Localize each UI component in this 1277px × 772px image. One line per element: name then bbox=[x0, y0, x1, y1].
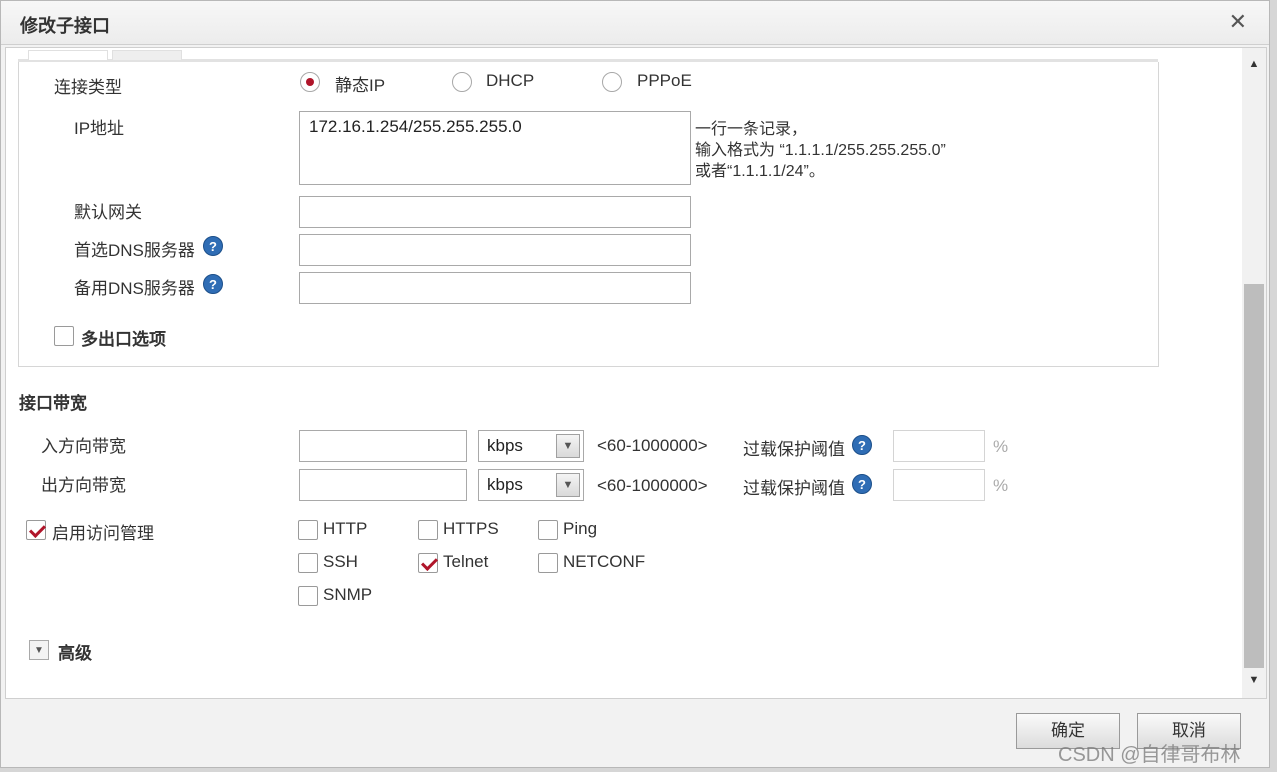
secondary-dns-help-icon[interactable]: ? bbox=[203, 274, 223, 294]
radio-static-ip[interactable] bbox=[300, 72, 320, 92]
radio-pppoe[interactable] bbox=[602, 72, 622, 92]
inbound-range-hint: <60-1000000> bbox=[597, 436, 708, 455]
https-checkbox[interactable] bbox=[418, 520, 438, 540]
ip-address-textarea[interactable]: 172.16.1.254/255.255.255.0 bbox=[299, 111, 691, 185]
connection-type-label: 连接类型 bbox=[54, 78, 122, 97]
primary-dns-help-icon[interactable]: ? bbox=[203, 236, 223, 256]
inbound-bandwidth-label: 入方向带宽 bbox=[41, 437, 126, 456]
telnet-checkbox[interactable] bbox=[418, 553, 438, 573]
tab-strip bbox=[18, 50, 1158, 62]
https-label[interactable]: HTTPS bbox=[443, 519, 499, 539]
outbound-percent-label: % bbox=[993, 476, 1009, 495]
outbound-bandwidth-input[interactable] bbox=[299, 469, 467, 501]
modify-subinterface-dialog: 修改子接口 ✕ 连接类型 静态IP DHCP PPPoE IP地址 172.16… bbox=[0, 0, 1270, 768]
primary-dns-label: 首选DNS服务器 bbox=[74, 241, 195, 260]
netconf-label[interactable]: NETCONF bbox=[563, 552, 645, 572]
outbound-overload-input[interactable] bbox=[893, 469, 985, 501]
multi-exit-label[interactable]: 多出口选项 bbox=[81, 325, 166, 350]
ssh-label[interactable]: SSH bbox=[323, 552, 358, 572]
inbound-percent-label: % bbox=[993, 437, 1009, 456]
tab-inactive[interactable] bbox=[112, 50, 182, 60]
snmp-label[interactable]: SNMP bbox=[323, 585, 372, 605]
ip-address-label: IP地址 bbox=[74, 119, 125, 138]
inbound-unit-select[interactable]: kbps ▼ bbox=[478, 430, 584, 462]
dialog-title: 修改子接口 bbox=[20, 16, 110, 36]
ping-label[interactable]: Ping bbox=[563, 519, 597, 539]
outbound-bandwidth-label: 出方向带宽 bbox=[41, 476, 126, 495]
scrollbar-thumb[interactable] bbox=[1244, 284, 1264, 668]
snmp-checkbox[interactable] bbox=[298, 586, 318, 606]
scroll-down-icon[interactable]: ▼ bbox=[1242, 670, 1266, 690]
ping-checkbox[interactable] bbox=[538, 520, 558, 540]
radio-pppoe-label[interactable]: PPPoE bbox=[637, 71, 692, 91]
inbound-overload-help-icon[interactable]: ? bbox=[852, 435, 872, 455]
http-checkbox[interactable] bbox=[298, 520, 318, 540]
outbound-unit-select[interactable]: kbps ▼ bbox=[478, 469, 584, 501]
chevron-down-icon[interactable]: ▼ bbox=[556, 434, 580, 458]
telnet-label[interactable]: Telnet bbox=[443, 552, 488, 572]
radio-dhcp[interactable] bbox=[452, 72, 472, 92]
vertical-scrollbar[interactable]: ▲ ▼ bbox=[1242, 48, 1266, 698]
dialog-titlebar: 修改子接口 ✕ bbox=[1, 1, 1269, 45]
http-label[interactable]: HTTP bbox=[323, 519, 367, 539]
netconf-checkbox[interactable] bbox=[538, 553, 558, 573]
outbound-overload-help-icon[interactable]: ? bbox=[852, 474, 872, 494]
default-gateway-input[interactable] bbox=[299, 196, 691, 228]
primary-dns-input[interactable] bbox=[299, 234, 691, 266]
ip-address-hint: 一行一条记录， 输入格式为 “1.1.1.1/255.255.255.0” 或者… bbox=[695, 121, 946, 180]
scroll-up-icon[interactable]: ▲ bbox=[1242, 54, 1266, 74]
outbound-range-hint: <60-1000000> bbox=[597, 476, 708, 495]
tab-active[interactable] bbox=[28, 50, 108, 60]
dialog-content[interactable]: 连接类型 静态IP DHCP PPPoE IP地址 172.16.1.254/2… bbox=[5, 47, 1267, 699]
bandwidth-section-title: 接口带宽 bbox=[19, 394, 87, 413]
csdn-watermark: CSDN @自律哥布林 bbox=[1058, 744, 1241, 766]
multi-exit-checkbox[interactable] bbox=[54, 326, 74, 346]
default-gateway-label: 默认网关 bbox=[74, 203, 142, 222]
radio-dhcp-label[interactable]: DHCP bbox=[486, 71, 534, 91]
secondary-dns-input[interactable] bbox=[299, 272, 691, 304]
inbound-unit-value: kbps bbox=[487, 436, 523, 455]
secondary-dns-label: 备用DNS服务器 bbox=[74, 279, 195, 298]
chevron-down-icon[interactable]: ▼ bbox=[556, 473, 580, 497]
advanced-label[interactable]: 高级 bbox=[58, 639, 92, 664]
outbound-unit-value: kbps bbox=[487, 475, 523, 494]
outbound-overload-label: 过载保护阈值 bbox=[743, 479, 845, 498]
access-management-checkbox[interactable] bbox=[26, 520, 46, 540]
ssh-checkbox[interactable] bbox=[298, 553, 318, 573]
advanced-expand-icon[interactable]: ▼ bbox=[29, 640, 49, 660]
close-icon[interactable]: ✕ bbox=[1229, 9, 1247, 35]
radio-static-ip-label[interactable]: 静态IP bbox=[335, 71, 385, 96]
inbound-overload-input[interactable] bbox=[893, 430, 985, 462]
inbound-overload-label: 过载保护阈值 bbox=[743, 440, 845, 459]
access-management-label[interactable]: 启用访问管理 bbox=[52, 519, 154, 544]
inbound-bandwidth-input[interactable] bbox=[299, 430, 467, 462]
